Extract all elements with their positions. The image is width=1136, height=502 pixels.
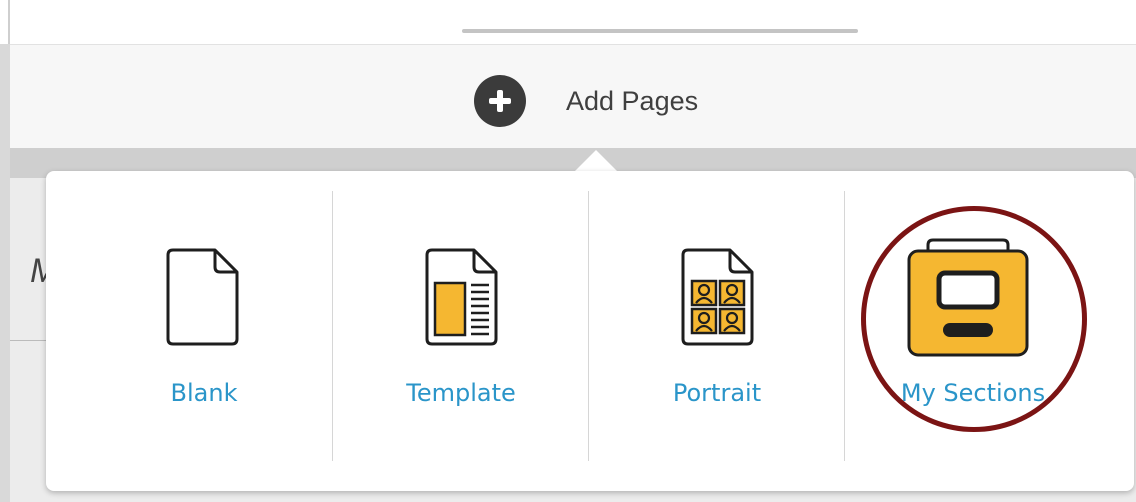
portrait-label: Portrait: [672, 379, 762, 407]
template-page-icon: [424, 247, 500, 352]
top-strip: [0, 0, 1136, 44]
add-pages-label: Add Pages: [566, 85, 699, 116]
left-border: [8, 0, 10, 44]
my-sections-folder-icon: [906, 237, 1030, 364]
add-pages-button[interactable]: Add Pages: [474, 75, 698, 127]
portrait-option[interactable]: Portrait: [589, 171, 845, 491]
my-sections-option[interactable]: My Sections: [845, 171, 1101, 491]
drag-handle[interactable]: [462, 29, 858, 33]
plus-circle-icon: [474, 75, 526, 127]
blank-page-icon: [165, 247, 241, 352]
add-pages-popover: Blank Template Portrait My Sections: [46, 171, 1134, 491]
portrait-page-icon: [680, 247, 756, 352]
my-sections-label: My Sections: [900, 379, 1046, 407]
background-divider: [10, 340, 50, 341]
template-label: Template: [406, 379, 516, 407]
popover-caret: [574, 150, 618, 172]
template-option[interactable]: Template: [333, 171, 589, 491]
blank-label: Blank: [170, 379, 238, 407]
blank-option[interactable]: Blank: [76, 171, 332, 491]
